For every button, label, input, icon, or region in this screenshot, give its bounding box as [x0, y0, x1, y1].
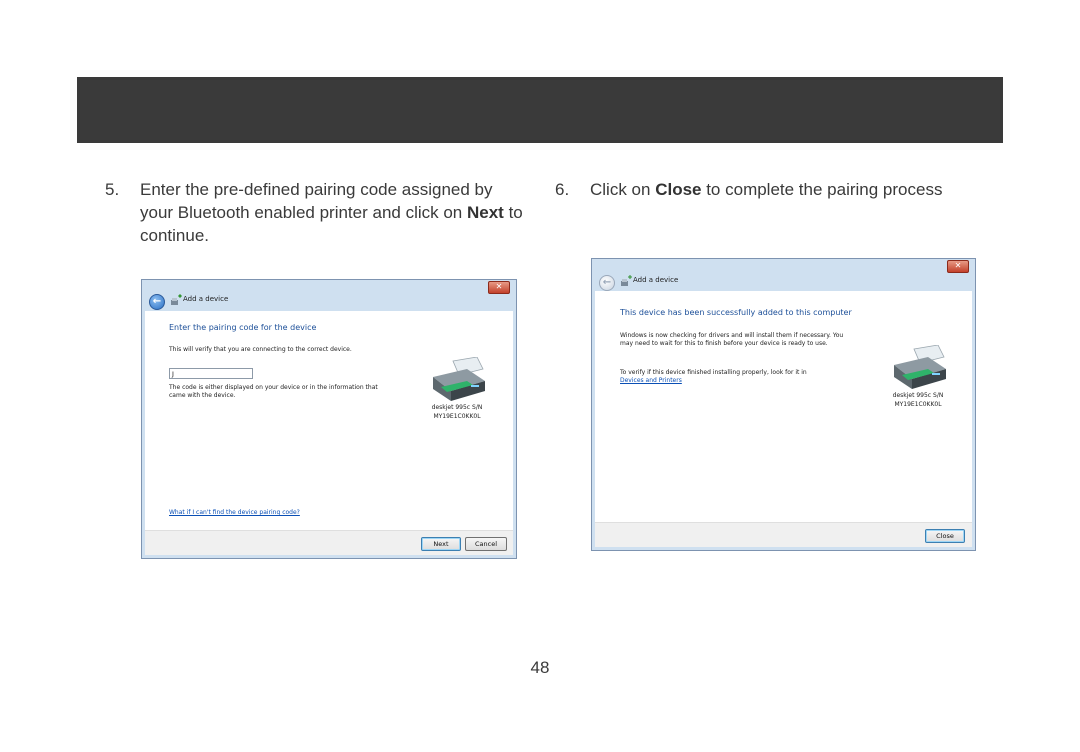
- cancel-button[interactable]: Cancel: [465, 537, 507, 551]
- dialog-header: ← Add a device: [142, 292, 516, 312]
- dialog-title: Add a device: [633, 276, 679, 284]
- back-arrow-icon: ←: [599, 275, 615, 291]
- step-keyword: Next: [466, 203, 504, 222]
- printer-serial: MY19E1C0KK0L: [894, 401, 942, 408]
- dialog-info: The code is either displayed on your dev…: [169, 384, 378, 399]
- printer-icon: [894, 345, 946, 389]
- step-text: Enter the pre-defined pairing code assig…: [140, 178, 525, 247]
- dialog-status: Windows is now checking for drivers and …: [620, 332, 844, 347]
- step-text-before: Click on: [590, 180, 656, 199]
- add-device-icon: [171, 294, 182, 305]
- dialog-subtext: This will verify that you are connecting…: [169, 346, 352, 353]
- dialog-heading: Enter the pairing code for the device: [169, 323, 317, 332]
- header-banner: [77, 77, 1003, 143]
- devices-printers-link[interactable]: Devices and Printers: [620, 377, 682, 384]
- add-device-icon: [621, 275, 632, 286]
- close-button[interactable]: Close: [925, 529, 965, 543]
- pairing-code-input[interactable]: J: [169, 368, 253, 379]
- dialog-body: Enter the pairing code for the device Th…: [145, 311, 513, 531]
- dialog-header: ← Add a device: [592, 273, 975, 293]
- step-text: Click on Close to complete the pairing p…: [590, 178, 942, 201]
- dialog-heading: This device has been successfully added …: [620, 308, 852, 317]
- dialog-body: This device has been successfully added …: [595, 291, 972, 523]
- step-keyword: Close: [655, 180, 702, 199]
- dialog-footer: Close: [595, 522, 972, 547]
- step-text-after: to complete the pairing process: [701, 180, 943, 199]
- printer-name: deskjet 995c S/N: [431, 404, 483, 411]
- next-button[interactable]: Next: [421, 537, 461, 551]
- dialog-verify: To verify if this device finished instal…: [620, 369, 807, 376]
- page-number: 48: [530, 658, 550, 677]
- step-text-before: Enter the pre-defined pairing code assig…: [140, 180, 493, 222]
- dialog-footer: Next Cancel: [145, 530, 513, 555]
- step-number: 5.: [105, 180, 120, 199]
- add-device-dialog-success: ✕ ← Add a device This device has been su…: [591, 258, 976, 551]
- add-device-dialog-pairing: ✕ ← Add a device Enter the pairing code …: [141, 279, 517, 559]
- back-arrow-icon[interactable]: ←: [149, 294, 165, 310]
- printer-serial: MY19E1C0KK0L: [433, 413, 481, 420]
- printer-icon: [433, 357, 485, 401]
- help-link[interactable]: What if I can't find the device pairing …: [169, 509, 300, 516]
- close-icon[interactable]: ✕: [947, 260, 969, 273]
- printer-name: deskjet 995c S/N: [892, 392, 944, 399]
- dialog-title: Add a device: [183, 295, 229, 303]
- step-number: 6.: [555, 180, 570, 199]
